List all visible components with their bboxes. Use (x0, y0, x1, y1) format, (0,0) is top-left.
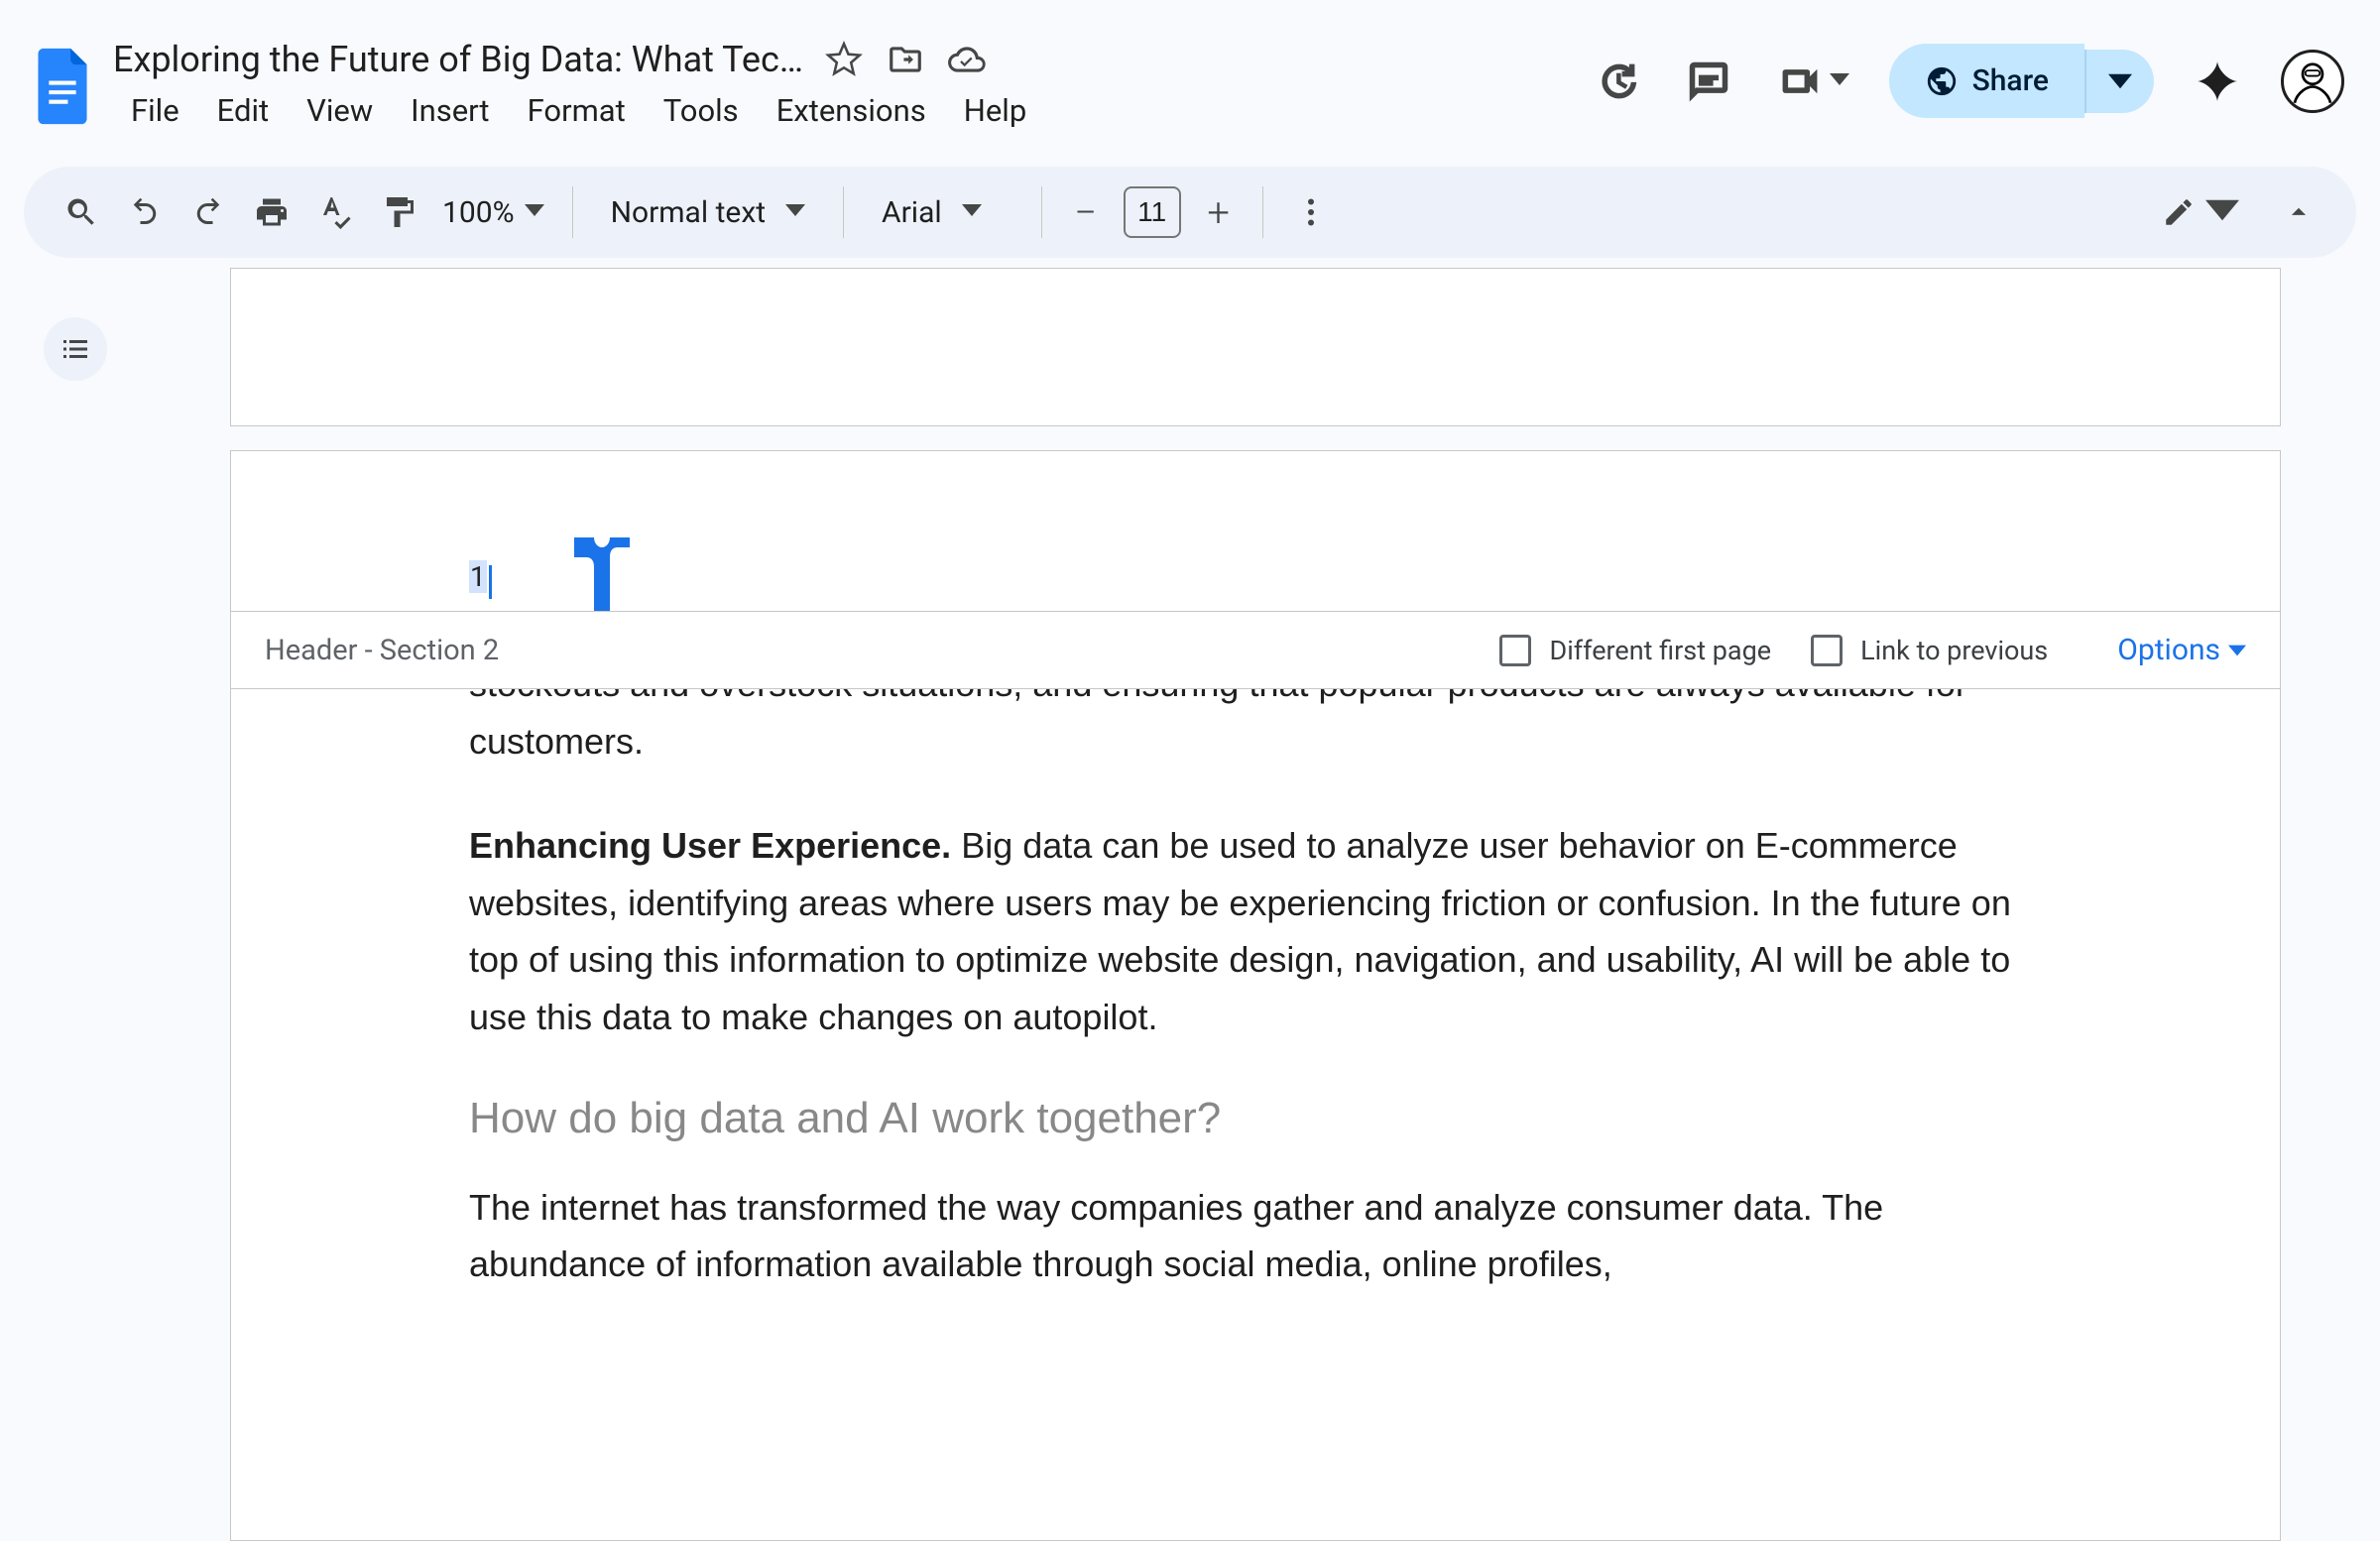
menu-insert[interactable]: Insert (393, 86, 507, 135)
link-to-previous-label: Link to previous (1860, 635, 2048, 666)
page-current[interactable]: 1 Header - Section 2 Different first pag… (230, 450, 2281, 1541)
paragraph-style[interactable]: Normal text (611, 195, 766, 230)
history-icon[interactable] (1592, 56, 1643, 107)
checkbox-icon[interactable] (1811, 635, 1843, 666)
menu-view[interactable]: View (289, 86, 391, 135)
comments-icon[interactable] (1683, 56, 1734, 107)
link-to-previous-checkbox[interactable]: Link to previous (1811, 635, 2048, 666)
page-number[interactable]: 1 (469, 560, 487, 593)
collapse-toolbar-icon[interactable] (2271, 184, 2326, 240)
share-caret-button[interactable] (2084, 50, 2154, 113)
heading-2[interactable]: How do big data and AI work together? (469, 1094, 2042, 1143)
separator (572, 186, 573, 238)
gemini-icon[interactable] (2194, 58, 2241, 105)
style-caret-icon[interactable] (785, 200, 805, 224)
document-title[interactable]: Exploring the Future of Big Data: What T… (113, 39, 803, 80)
menu-edit[interactable]: Edit (199, 86, 288, 135)
text-caret (489, 565, 492, 599)
different-first-page-label: Different first page (1549, 635, 1771, 666)
document-canvas: 1 Header - Section 2 Different first pag… (230, 268, 2281, 1487)
options-label: Options (2117, 633, 2220, 667)
spellcheck-icon[interactable] (307, 184, 363, 240)
search-icon[interactable] (54, 184, 109, 240)
checkbox-icon[interactable] (1499, 635, 1531, 666)
menu-extensions[interactable]: Extensions (759, 86, 944, 135)
font-size-input[interactable] (1124, 186, 1181, 238)
header-options-button[interactable]: Options (2117, 633, 2246, 667)
editing-mode-button[interactable] (2148, 185, 2253, 239)
cloud-saved-icon[interactable] (946, 39, 988, 80)
avatar[interactable] (2281, 50, 2344, 113)
decrease-font-size-button[interactable]: − (1062, 188, 1110, 236)
right-action-bar: Share (1592, 44, 2344, 118)
meet-icon[interactable] (1774, 56, 1826, 107)
different-first-page-checkbox[interactable]: Different first page (1499, 635, 1771, 666)
font-caret-icon[interactable] (962, 200, 982, 224)
separator (1041, 186, 1042, 238)
document-body[interactable]: stockouts and overstock situations, and … (231, 689, 2280, 1293)
meet-caret-icon[interactable] (1830, 69, 1849, 93)
move-icon[interactable] (885, 39, 926, 80)
menu-help[interactable]: Help (946, 86, 1045, 135)
share-button[interactable]: Share (1889, 44, 2084, 118)
zoom-caret-icon[interactable] (525, 200, 544, 224)
toolbar: 100% Normal text Arial − + (24, 167, 2356, 258)
separator (1262, 186, 1263, 238)
bold-run: Enhancing User Experience. (469, 825, 951, 866)
increase-font-size-button[interactable]: + (1195, 188, 1243, 236)
header-section-label: Header - Section 2 (265, 634, 499, 667)
menu-tools[interactable]: Tools (646, 86, 757, 135)
titlebar: Exploring the Future of Big Data: What T… (0, 0, 2380, 159)
paragraph[interactable]: Enhancing User Experience. Big data can … (469, 817, 2042, 1045)
menu-file[interactable]: File (113, 86, 197, 135)
docs-logo[interactable] (28, 41, 97, 132)
font-family[interactable]: Arial (882, 195, 942, 230)
share-label: Share (1972, 63, 2049, 98)
paragraph[interactable]: The internet has transformed the way com… (469, 1179, 2042, 1293)
zoom-value[interactable]: 100% (442, 195, 515, 230)
header-options-bar: Header - Section 2 Different first page … (231, 611, 2280, 688)
menu-format[interactable]: Format (510, 86, 644, 135)
page-previous[interactable] (230, 268, 2281, 426)
paint-format-icon[interactable] (371, 184, 426, 240)
editing-caret-icon (2205, 193, 2239, 231)
separator (843, 186, 844, 238)
redo-icon[interactable] (180, 184, 236, 240)
page-header-area[interactable]: 1 Header - Section 2 Different first pag… (231, 451, 2280, 689)
more-tools-icon[interactable] (1283, 184, 1339, 240)
undo-icon[interactable] (117, 184, 173, 240)
star-icon[interactable] (823, 39, 865, 80)
show-outline-button[interactable] (44, 317, 107, 381)
print-icon[interactable] (244, 184, 299, 240)
